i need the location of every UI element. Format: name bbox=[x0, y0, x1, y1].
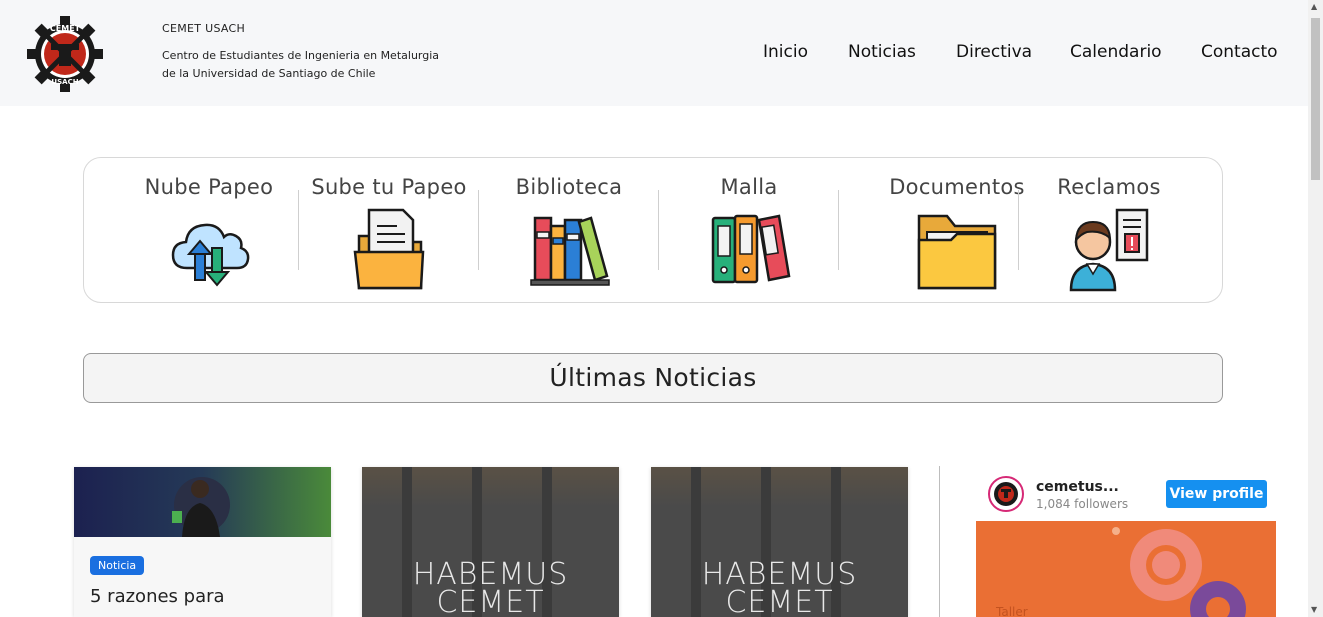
instagram-widget: cemetus... 1,084 followers View profile … bbox=[976, 470, 1276, 617]
news-card[interactable]: HABEMUS CEMET bbox=[362, 467, 619, 617]
brand-subtitle-line: Centro de Estudiantes de Ingenieria en M… bbox=[162, 49, 440, 62]
view-profile-button[interactable]: View profile bbox=[1166, 480, 1267, 508]
news-badge: Noticia bbox=[90, 556, 145, 575]
books-icon bbox=[530, 216, 610, 286]
scrollbar-thumb[interactable] bbox=[1311, 18, 1320, 180]
quick-link-reclamos[interactable]: Reclamos bbox=[1019, 158, 1199, 304]
site-header: CEMET USACH CEMET USACH Centro de Estudi… bbox=[0, 0, 1308, 106]
brand-subtitle-line: de la Universidad de Santiago de Chile bbox=[162, 67, 376, 80]
quick-link-label: Biblioteca bbox=[515, 175, 623, 199]
nav-inicio[interactable]: Inicio bbox=[763, 42, 808, 62]
svg-text:USACH: USACH bbox=[51, 78, 78, 86]
news-card-image[interactable] bbox=[74, 467, 331, 537]
image-ceiling bbox=[362, 467, 619, 507]
news-card[interactable]: HABEMUS CEMET bbox=[651, 467, 908, 617]
quick-link-label: Sube tu Papeo bbox=[311, 175, 467, 199]
news-card-image-text: HABEMUS CEMET bbox=[651, 560, 908, 617]
gear-icon bbox=[1112, 527, 1246, 617]
image-text-line: CEMET bbox=[725, 585, 834, 617]
instagram-avatar[interactable] bbox=[988, 476, 1024, 512]
folder-document-icon bbox=[353, 208, 425, 290]
news-card-image[interactable]: HABEMUS CEMET bbox=[651, 467, 908, 617]
cloud-sync-icon bbox=[171, 223, 250, 287]
binders-icon bbox=[711, 214, 791, 284]
quick-link-biblioteca[interactable]: Biblioteca bbox=[479, 158, 659, 304]
nav-contacto[interactable]: Contacto bbox=[1201, 42, 1278, 62]
news-card-title[interactable]: 5 razones para bbox=[90, 586, 315, 608]
instagram-post[interactable]: Taller bbox=[976, 521, 1276, 617]
nav-calendario[interactable]: Calendario bbox=[1070, 42, 1162, 62]
news-card[interactable]: Noticia 5 razones para bbox=[74, 467, 331, 617]
person-complaint-icon bbox=[1069, 208, 1149, 292]
cemet-logo-icon bbox=[994, 482, 1018, 506]
sidebar-divider bbox=[939, 466, 940, 617]
person-photo-icon bbox=[172, 477, 230, 537]
svg-text:CEMET: CEMET bbox=[50, 24, 81, 33]
quick-link-malla[interactable]: Malla bbox=[659, 158, 839, 304]
quick-link-label: Reclamos bbox=[1057, 175, 1161, 199]
brand-title: CEMET USACH bbox=[162, 22, 246, 35]
folder-icon bbox=[917, 214, 997, 290]
quick-link-nube-papeo[interactable]: Nube Papeo bbox=[119, 158, 299, 304]
divider bbox=[838, 190, 839, 270]
news-card-image[interactable]: HABEMUS CEMET bbox=[362, 467, 619, 617]
image-ceiling bbox=[651, 467, 908, 507]
news-card-image-text: HABEMUS CEMET bbox=[362, 560, 619, 617]
news-section-heading: Últimas Noticias bbox=[83, 353, 1223, 403]
instagram-followers: 1,084 followers bbox=[1036, 497, 1129, 511]
nav-noticias[interactable]: Noticias bbox=[848, 42, 916, 62]
nav-directiva[interactable]: Directiva bbox=[956, 42, 1032, 62]
brand-subtitle: Centro de Estudiantes de Ingenieria en M… bbox=[162, 47, 462, 83]
page-scrollbar[interactable]: ▲ ▼ bbox=[1308, 0, 1323, 617]
quick-link-label: Malla bbox=[720, 175, 778, 199]
quick-links-panel: Nube Papeo Sube tu Papeo Biblioteca Mall… bbox=[83, 157, 1223, 303]
cemet-logo[interactable]: CEMET USACH bbox=[25, 14, 105, 94]
quick-link-label: Nube Papeo bbox=[144, 175, 274, 199]
image-text-line: CEMET bbox=[436, 585, 545, 617]
news-heading-text: Últimas Noticias bbox=[549, 363, 757, 392]
scroll-down-arrow-icon[interactable]: ▼ bbox=[1311, 605, 1317, 614]
quick-link-sube-tu-papeo[interactable]: Sube tu Papeo bbox=[299, 158, 479, 304]
instagram-post-text: Taller bbox=[996, 605, 1028, 617]
scroll-up-arrow-icon[interactable]: ▲ bbox=[1311, 2, 1317, 11]
instagram-username[interactable]: cemetus... bbox=[1036, 479, 1119, 495]
